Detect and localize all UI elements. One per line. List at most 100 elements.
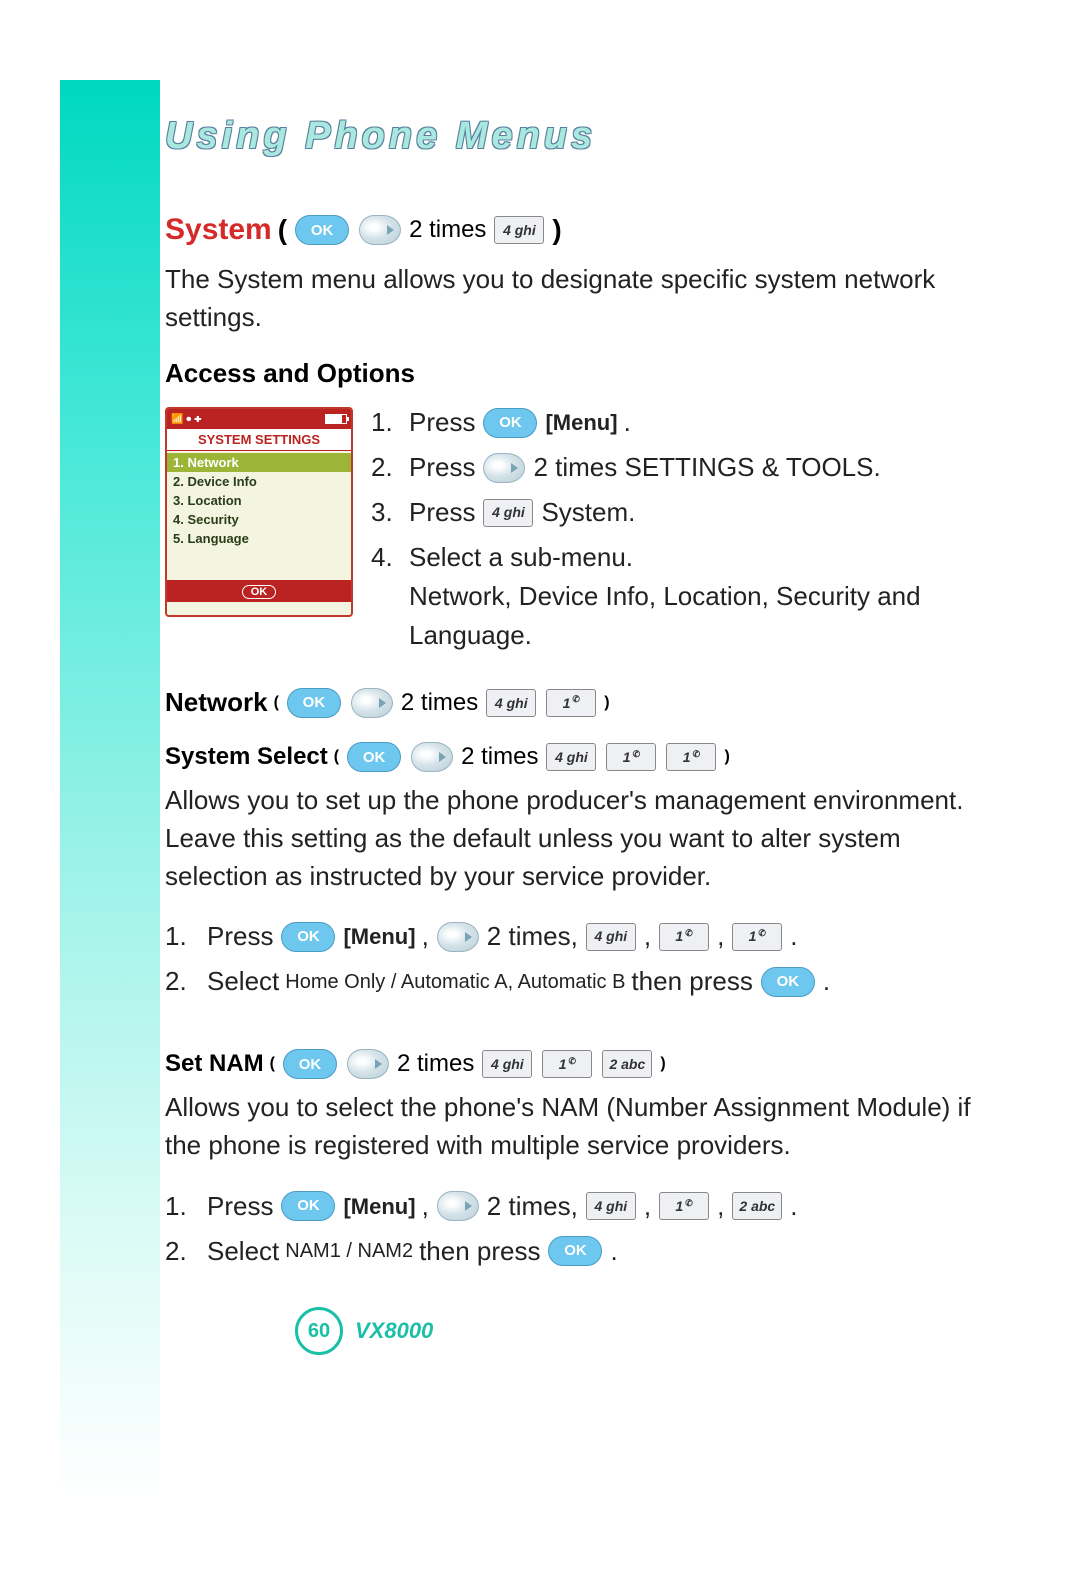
paren: ( xyxy=(334,748,339,766)
system-heading-line: System ( OK 2 times 4 ghi ) xyxy=(165,213,985,247)
key-1: 1✆ xyxy=(542,1050,592,1078)
system-steps: 1. Press OK [Menu]. 2. Press 2 times SET… xyxy=(365,403,985,655)
right-arrow-icon xyxy=(437,922,479,952)
ok-button-icon: OK xyxy=(347,742,401,772)
ok-button-icon: OK xyxy=(281,922,335,952)
phone-softkey-ok: OK xyxy=(242,585,277,599)
step-num: 1. xyxy=(165,917,189,956)
phone-item-language: 5. Language xyxy=(167,529,351,548)
press: Press xyxy=(409,448,475,487)
press: Press xyxy=(409,403,475,442)
right-arrow-icon xyxy=(437,1191,479,1221)
page-footer: 60 VX8000 xyxy=(295,1307,433,1355)
chapter-title: Using Phone Menus xyxy=(165,115,985,158)
system-steps-block: 📶 ⏺ ✚ SYSTEM SETTINGS 1. Network 2. Devi… xyxy=(165,403,985,661)
select: Select xyxy=(207,962,279,1001)
options: Home Only / Automatic A, Automatic B xyxy=(285,967,625,997)
page-content: Using Phone Menus System ( OK 2 times 4 … xyxy=(165,115,985,1277)
phone-statusbar: 📶 ⏺ ✚ xyxy=(167,409,351,429)
section-network: Network xyxy=(165,687,268,718)
phone-item-location: 3. Location xyxy=(167,491,351,510)
key-4ghi: 4 ghi xyxy=(586,1192,636,1220)
right-arrow-icon xyxy=(347,1049,389,1079)
key-4ghi: 4 ghi xyxy=(482,1050,532,1078)
menu-label: [Menu] xyxy=(545,406,617,439)
side-gradient xyxy=(60,80,160,1500)
ok-button-icon: OK xyxy=(548,1236,602,1266)
key-1: 1✆ xyxy=(659,1192,709,1220)
two-times: 2 times xyxy=(397,1050,474,1078)
key-1: 1✆ xyxy=(546,689,596,717)
step-num: 2. xyxy=(371,448,395,487)
key-1: 1✆ xyxy=(732,923,782,951)
ok-button-icon: OK xyxy=(287,688,341,718)
key-4ghi: 4 ghi xyxy=(586,923,636,951)
step-num: 4. xyxy=(371,538,395,577)
paren: ( xyxy=(270,1055,275,1073)
step1-tail: 2 times, xyxy=(487,1187,578,1226)
system-intro: The System menu allows you to designate … xyxy=(165,261,985,336)
ok-button-icon: OK xyxy=(295,215,349,245)
system-select-steps: 1. Press OK [Menu], 2 times, 4 ghi, 1✆, … xyxy=(165,917,985,1001)
system-select-heading-line: System Select ( OK 2 times 4 ghi 1✆ 1✆ ) xyxy=(165,742,985,772)
select: Select xyxy=(207,1232,279,1271)
section-system: System xyxy=(165,213,272,247)
key-2abc: 2 abc xyxy=(602,1050,652,1078)
two-times: 2 times xyxy=(409,216,486,244)
paren: ) xyxy=(660,1055,665,1073)
system-select-desc: Allows you to set up the phone producer'… xyxy=(165,782,985,895)
paren: ( xyxy=(274,694,279,712)
set-nam-desc: Allows you to select the phone's NAM (Nu… xyxy=(165,1089,985,1164)
right-arrow-icon xyxy=(411,742,453,772)
ok-button-icon: OK xyxy=(283,1049,337,1079)
step-num: 2. xyxy=(165,962,189,1001)
phone-item-network: 1. Network xyxy=(167,453,351,472)
two-times: 2 times xyxy=(461,743,538,771)
key-1: 1✆ xyxy=(659,923,709,951)
set-nam-steps: 1. Press OK [Menu], 2 times, 4 ghi, 1✆, … xyxy=(165,1187,985,1271)
key-1: 1✆ xyxy=(606,743,656,771)
two-times: 2 times xyxy=(401,689,478,717)
section-system-select: System Select xyxy=(165,743,328,771)
key-4ghi: 4 ghi xyxy=(494,216,544,244)
ok-button-icon: OK xyxy=(483,408,537,438)
network-heading-line: Network ( OK 2 times 4 ghi 1✆ ) xyxy=(165,687,985,718)
right-arrow-icon xyxy=(351,688,393,718)
model-label: VX8000 xyxy=(355,1318,433,1344)
step4-a: Select a sub-menu. xyxy=(409,542,633,572)
menu-label: [Menu] xyxy=(343,920,415,953)
key-4ghi: 4 ghi xyxy=(546,743,596,771)
key-1: 1✆ xyxy=(666,743,716,771)
step2-tail: 2 times SETTINGS & TOOLS. xyxy=(533,448,880,487)
page-number: 60 xyxy=(295,1307,343,1355)
set-nam-heading-line: Set NAM ( OK 2 times 4 ghi 1✆ 2 abc ) xyxy=(165,1049,985,1079)
step4-b: Network, Device Info, Location, Security… xyxy=(409,581,921,650)
phone-menu-list: 1. Network 2. Device Info 3. Location 4.… xyxy=(167,451,351,552)
ok-button-icon: OK xyxy=(761,967,815,997)
phone-item-security: 4. Security xyxy=(167,510,351,529)
paren: ) xyxy=(552,214,561,246)
key-4ghi: 4 ghi xyxy=(486,689,536,717)
phone-screen-title: SYSTEM SETTINGS xyxy=(167,429,351,451)
step-num: 3. xyxy=(371,493,395,532)
battery-icon xyxy=(325,414,347,424)
options: NAM1 / NAM2 xyxy=(285,1236,413,1266)
menu-label: [Menu] xyxy=(343,1190,415,1223)
key-4ghi: 4 ghi xyxy=(483,499,533,527)
paren: ) xyxy=(724,748,729,766)
access-options-heading: Access and Options xyxy=(165,358,985,389)
step-num: 1. xyxy=(165,1187,189,1226)
press: Press xyxy=(409,493,475,532)
phone-item-deviceinfo: 2. Device Info xyxy=(167,472,351,491)
step-num: 2. xyxy=(165,1232,189,1271)
key-2abc: 2 abc xyxy=(732,1192,782,1220)
press: Press xyxy=(207,917,273,956)
status-icons: 📶 ⏺ ✚ xyxy=(171,414,202,425)
ok-button-icon: OK xyxy=(281,1191,335,1221)
paren: ) xyxy=(604,694,609,712)
then-press: then press xyxy=(419,1232,540,1271)
step1-tail: 2 times, xyxy=(487,917,578,956)
step-num: 1. xyxy=(371,403,395,442)
phone-softkey-bar: OK xyxy=(167,580,351,602)
press: Press xyxy=(207,1187,273,1226)
